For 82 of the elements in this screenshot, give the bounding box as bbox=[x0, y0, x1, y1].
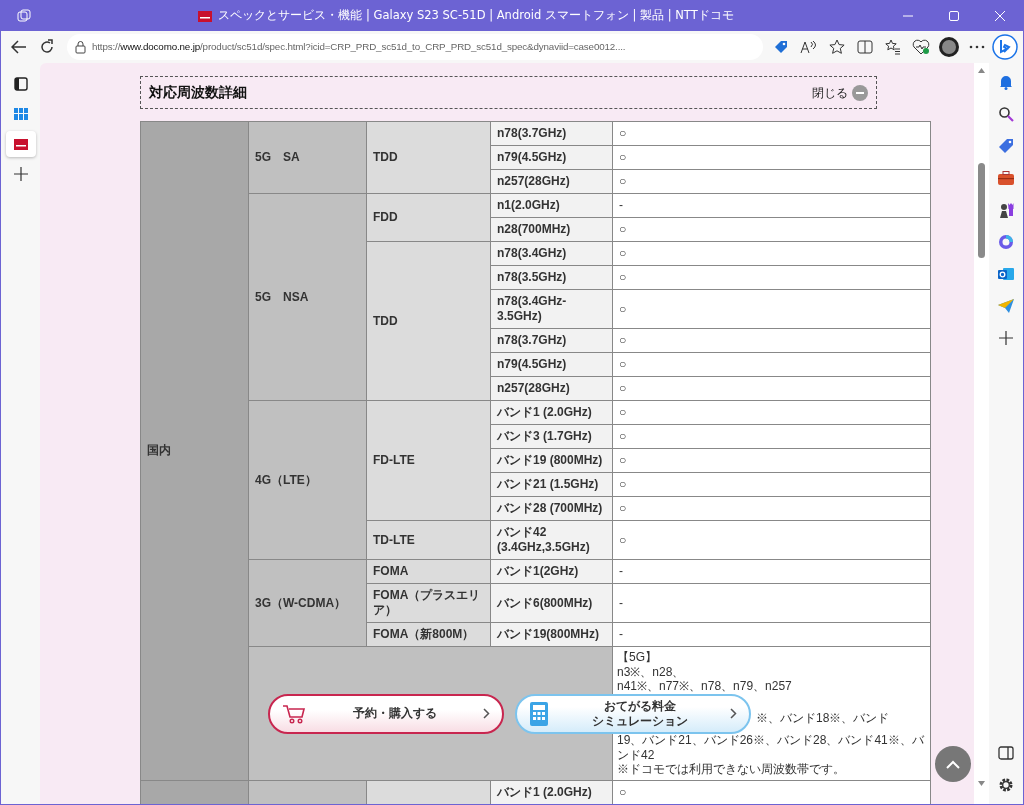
note-text: ※、バンド18※、バンド bbox=[756, 710, 891, 725]
table-cell: n78(3.7GHz) bbox=[490, 121, 613, 146]
fee-simulation-button[interactable]: おてがる料金 シミュレーション bbox=[515, 693, 751, 734]
table-cell: ○ bbox=[612, 520, 931, 560]
table-cell: n78(3.5GHz) bbox=[490, 265, 613, 290]
table-cell: 国内 bbox=[140, 121, 249, 780]
window-title: スペックとサービス・機能 | Galaxy S23 SC-51D | Android スマートフォン | 製品 | NTTドコモ bbox=[218, 7, 734, 25]
table-cell: ○ bbox=[612, 780, 931, 804]
table-cell: ○ bbox=[612, 145, 931, 170]
table-cell: ○ bbox=[612, 376, 931, 401]
table-cell: TDD bbox=[366, 121, 491, 194]
table-cell: ○ bbox=[612, 217, 931, 242]
table-cell: 3G（W-CDMA） bbox=[248, 559, 367, 647]
table-cell: 4G（LTE） bbox=[248, 400, 367, 560]
chevron-right-icon bbox=[483, 708, 490, 719]
table-cell: ○ bbox=[612, 496, 931, 521]
table-cell: 5G SA bbox=[248, 121, 367, 194]
cart-icon bbox=[282, 703, 306, 724]
note-text: 19、バンド21、バンド26※、バンド28、バンド41※、バ bbox=[617, 733, 925, 748]
note-text: ンド42 bbox=[617, 747, 656, 762]
scrollbar[interactable] bbox=[974, 63, 989, 804]
table-cell: ○ bbox=[612, 472, 931, 497]
table-cell: バンド6(800MHz) bbox=[490, 583, 613, 623]
table-cell: ○ bbox=[612, 241, 931, 266]
site-logo-icon bbox=[198, 10, 213, 22]
table-cell: FOMA（プラスエリア） bbox=[366, 583, 491, 623]
table-cell: ○ bbox=[612, 424, 931, 449]
site-logo-icon bbox=[13, 138, 28, 150]
chevron-right-icon bbox=[730, 708, 737, 719]
reserve-purchase-button[interactable]: 予約・購入する bbox=[268, 693, 504, 734]
table-cell: n78(3.7GHz) bbox=[490, 328, 613, 353]
table-cell: n78(3.4GHz-3.5GHz) bbox=[490, 289, 613, 329]
table-cell: ○ bbox=[612, 448, 931, 473]
table-cell: FDD bbox=[366, 193, 491, 242]
table-cell: バンド1(2GHz) bbox=[490, 559, 613, 584]
table-cell: バンド19(800MHz) bbox=[490, 622, 613, 647]
browser-tab[interactable] bbox=[5, 131, 36, 157]
table-cell: n79(4.5GHz) bbox=[490, 145, 613, 170]
table-cell: n257(28GHz) bbox=[490, 376, 613, 401]
table-cell: FOMA bbox=[366, 559, 491, 584]
note-text: 【5G】 bbox=[617, 650, 658, 665]
table-cell: - bbox=[612, 622, 931, 647]
table-cell: バンド3 (1.7GHz) bbox=[490, 424, 613, 449]
table-cell: バンド42 (3.4GHz,3.5GHz) bbox=[490, 520, 613, 560]
table-cell: バンド19 (800MHz) bbox=[490, 448, 613, 473]
table-cell: - bbox=[612, 559, 931, 584]
table-cell: n79(4.5GHz) bbox=[490, 352, 613, 377]
table-cell: n257(28GHz) bbox=[490, 169, 613, 194]
table-cell: バンド1 (2.0GHz) bbox=[490, 400, 613, 425]
table-cell: ○ bbox=[612, 289, 931, 329]
table-cell: ○ bbox=[612, 169, 931, 194]
url-text: https://www.docomo.ne.jp/product/sc51d/spec.html?icid=CRP_PRD_sc51d_to_CRP_PRD_sc51d_spec&dynaviid=case0012.... bbox=[92, 39, 626, 54]
note-text: n41※、n77※、n78、n79、n257 bbox=[617, 679, 793, 694]
table-cell: バンド1 (2.0GHz) bbox=[490, 780, 613, 804]
chevron-up-icon bbox=[946, 759, 960, 769]
section-title: 対応周波数詳細 bbox=[149, 84, 247, 101]
table-cell: - bbox=[612, 193, 931, 218]
lock-icon[interactable] bbox=[75, 40, 86, 54]
note-text: n3※、n28、 bbox=[617, 664, 686, 679]
table-cell: TDD bbox=[366, 241, 491, 401]
table-cell: ○ bbox=[612, 352, 931, 377]
table-cell: バンド21 (1.5GHz) bbox=[490, 472, 613, 497]
collapse-button[interactable]: 閉じる bbox=[812, 83, 868, 102]
table-cell: n78(3.4GHz) bbox=[490, 241, 613, 266]
table-cell: ○ bbox=[612, 400, 931, 425]
table-cell: ○ bbox=[612, 265, 931, 290]
table-cell: n1(2.0GHz) bbox=[490, 193, 613, 218]
address-bar[interactable]: https://www.docomo.ne.jp/product/sc51d/spec.html?icid=CRP_PRD_sc51d_to_CRP_PRD_sc51d_spec&dynaviid=case0012.... bbox=[67, 34, 763, 60]
table-cell: TD-LTE bbox=[366, 520, 491, 560]
table-cell: FOMA（新800M） bbox=[366, 622, 491, 647]
note-text: ※ドコモでは利用できない周波数帯です。 bbox=[617, 762, 846, 777]
table-cell: FD-LTE bbox=[366, 400, 491, 521]
table-cell: 5G NSA bbox=[248, 193, 367, 401]
table-cell: ○ bbox=[612, 328, 931, 353]
table-cell: n28(700MHz) bbox=[490, 217, 613, 242]
table-cell: ○ bbox=[612, 121, 931, 146]
copilot-icon[interactable] bbox=[991, 32, 1019, 62]
table-cell: - bbox=[612, 583, 931, 623]
calculator-icon bbox=[529, 700, 549, 727]
table-cell: バンド28 (700MHz) bbox=[490, 496, 613, 521]
minus-circle-icon bbox=[852, 84, 868, 101]
scroll-to-top-button[interactable] bbox=[935, 746, 971, 782]
